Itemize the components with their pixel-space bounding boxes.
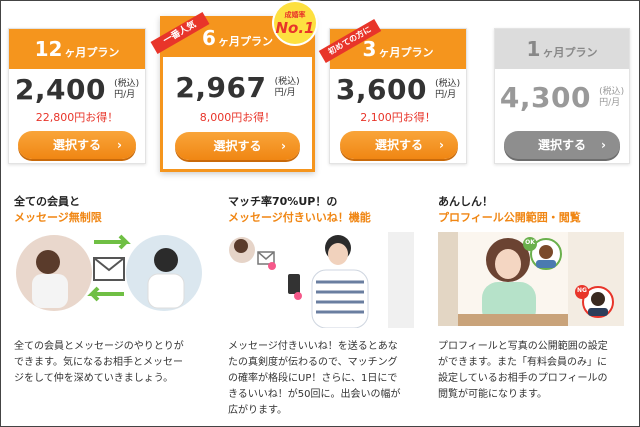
feature-title-likes: マッチ率70%UP！の メッセージ付きいいね！機能 xyxy=(228,194,428,226)
body-line: 閲覧が可能になります。 xyxy=(438,389,547,400)
price-amount: 3,600 xyxy=(335,73,427,106)
body-line: の確率が格段にUP！さらに、1日にで xyxy=(228,373,398,384)
button-label: 選択する xyxy=(52,138,101,152)
button-label: 選択する xyxy=(374,138,423,152)
select-button[interactable]: 選択する › xyxy=(18,131,136,159)
body-line: ができます。また「有料会員のみ」に xyxy=(438,357,607,368)
feature-body-profile-privacy: プロフィールと写真の公開範囲の設定 ができます。また「有料会員のみ」に 設定して… xyxy=(438,339,633,403)
chevron-right-icon: › xyxy=(281,139,286,153)
badge-big-text: No.1 xyxy=(275,19,315,37)
select-button[interactable]: 選択する › xyxy=(175,132,300,160)
body-line: プロフィールと写真の公開範囲の設定 xyxy=(438,341,608,352)
plan-price: 2,400 (税込) 円/月 xyxy=(9,73,145,106)
body-line: 全ての会員とメッセージのやりとりが xyxy=(14,341,184,352)
plan-unit: ヶ月プラン xyxy=(217,35,273,48)
select-button[interactable]: 選択する › xyxy=(340,131,458,159)
body-line: 設定しているお相手のプロフィールの xyxy=(438,373,608,384)
price-tax: (税込) 円/月 xyxy=(435,79,460,101)
ng-icon: NG xyxy=(577,287,587,294)
body-line: できます。気になるお相手とメッセー xyxy=(14,357,183,368)
feature-body-likes: メッセージ付きいいね！を送るとあな たの真剣度が伝わるので、マッチング の確率が… xyxy=(228,339,423,419)
woman-with-phone-illustration: OK NG xyxy=(438,232,624,326)
price-tax: (税込) 円/月 xyxy=(599,87,624,109)
per-month-label: 円/月 xyxy=(274,87,296,98)
plan-months: 6 xyxy=(202,26,216,50)
button-label: 選択する xyxy=(213,139,262,153)
tax-label: (税込) xyxy=(599,86,625,97)
feature-title-line2: メッセージ無制限 xyxy=(14,211,102,224)
man-with-phone-illustration xyxy=(228,232,414,328)
tax-label: (税込) xyxy=(114,78,140,89)
body-line: 広がります。 xyxy=(228,405,287,416)
select-button[interactable]: 選択する › xyxy=(504,131,620,159)
plan-unit: ヶ月プラン xyxy=(542,46,598,59)
feature-title-line2: メッセージ付きいいね！機能 xyxy=(228,211,371,224)
badge-no1: 成婚率 No.1 xyxy=(274,2,316,44)
chevron-right-icon: › xyxy=(601,138,606,152)
body-line: きるいいね！が50回に。出会いの幅が xyxy=(228,389,401,400)
plan-price: 3,600 (税込) 円/月 xyxy=(330,73,466,106)
feature-title-line1: マッチ率70%UP！の xyxy=(228,195,338,208)
chevron-right-icon: › xyxy=(117,138,122,152)
plan-unit: ヶ月プラン xyxy=(64,46,120,59)
feature-title-profile-privacy: あんしん！ プロフィール公開範囲・閲覧 xyxy=(438,194,628,226)
ok-icon: OK xyxy=(525,239,535,246)
per-month-label: 円/月 xyxy=(114,89,136,100)
per-month-label: 円/月 xyxy=(435,89,457,100)
feature-title-line1: 全ての会員と xyxy=(14,195,80,208)
body-line: たの真剣度が伝わるので、マッチング xyxy=(228,357,398,368)
savings-text: 22,800円お得！ xyxy=(35,111,119,124)
messaging-couple-illustration xyxy=(16,232,202,314)
per-month-label: 円/月 xyxy=(599,97,621,108)
price-amount: 4,300 xyxy=(499,81,591,114)
body-line: ジをして仲を深めていきましょう。 xyxy=(14,373,174,384)
tax-label: (税込) xyxy=(435,78,461,89)
chevron-right-icon: › xyxy=(439,138,444,152)
price-tax: (税込) 円/月 xyxy=(275,77,300,99)
feature-title-line2: プロフィール公開範囲・閲覧 xyxy=(438,211,581,224)
price-amount: 2,967 xyxy=(175,71,267,104)
plan-unit: ヶ月プラン xyxy=(378,46,434,59)
body-line: メッセージ付きいいね！を送るとあな xyxy=(228,341,398,352)
plan-header: 1 ヶ月プラン xyxy=(495,29,629,69)
price-tax: (税込) 円/月 xyxy=(114,79,139,101)
button-label: 選択する xyxy=(537,138,586,152)
savings-text: 8,000円お得！ xyxy=(199,111,276,124)
savings-text: 2,100円お得！ xyxy=(360,111,436,124)
feature-title-messages: 全ての会員と メッセージ無制限 xyxy=(14,194,204,226)
price-amount: 2,400 xyxy=(14,73,106,106)
tax-label: (税込) xyxy=(274,76,300,87)
plan-price: 4,300 (税込) 円/月 xyxy=(495,81,629,114)
plan-card-12-months: 12 ヶ月プラン 2,400 (税込) 円/月 22,800円お得！ 選択する › xyxy=(8,28,146,164)
plan-header: 12 ヶ月プラン xyxy=(9,29,145,69)
plan-price: 2,967 (税込) 円/月 xyxy=(163,71,312,104)
plan-card-1-month: 1 ヶ月プラン 4,300 (税込) 円/月 選択する › xyxy=(494,28,630,164)
badge-small-text: 成婚率 xyxy=(284,11,306,19)
plan-months: 12 xyxy=(34,37,63,61)
feature-body-messages: 全ての会員とメッセージのやりとりが できます。気になるお相手とメッセー ジをして… xyxy=(14,339,209,387)
feature-title-line1: あんしん！ xyxy=(438,195,493,208)
plan-months: 1 xyxy=(526,37,541,61)
